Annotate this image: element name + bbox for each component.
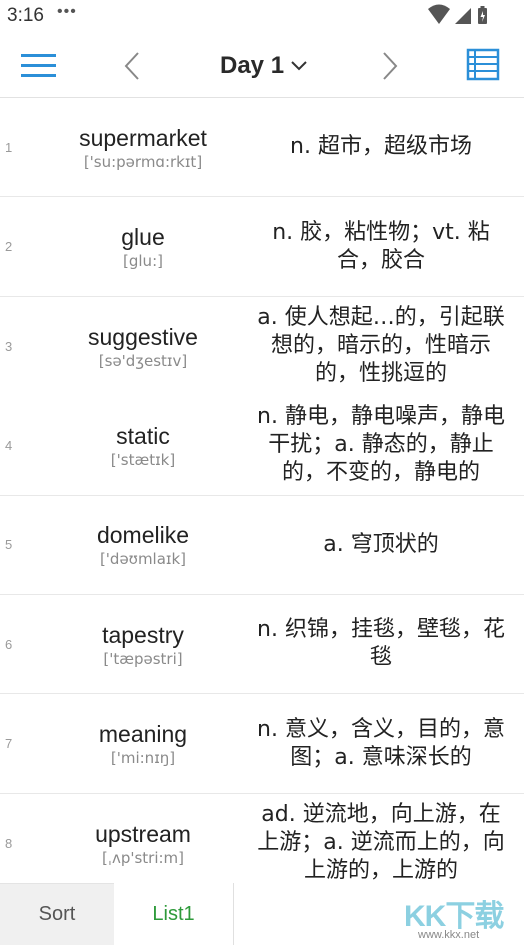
word-cell: upstream [ˌʌp'stri:m] [40,820,246,867]
word-text: domelike [96,522,190,549]
word-phonetic: ['mi:nɪŋ] [110,749,176,768]
chevron-left-icon [124,52,139,80]
word-cell: glue [glu:] [40,223,246,270]
row-index: 4 [5,437,13,453]
word-meaning: n. 静电，静电噪声，静电干扰；a. 静态的，静止的，不变的，静电的 [257,404,505,486]
signal-icon [455,8,471,24]
word-row[interactable]: 2 glue [glu:] n. 胶，粘性物；vt. 粘合，胶合 [0,197,524,297]
battery-icon [478,6,487,24]
word-cell: tapestry ['tæpəstri] [40,621,246,668]
previous-day-button[interactable] [118,48,146,84]
word-text: glue [121,224,165,251]
hamburger-menu-icon [21,54,56,77]
word-phonetic: ['tæpəstri] [103,649,183,668]
word-row[interactable]: 3 suggestive [sə'dʒestɪv] a. 使人想起…的，引起联想… [0,297,524,396]
row-index: 7 [5,736,13,752]
app-header: Day 1 [0,32,524,98]
word-phonetic: ['su:pərmɑ:rkɪt] [83,152,203,171]
word-meaning: n. 织锦，挂毯，壁毯，花毯 [257,617,505,671]
next-day-button[interactable] [376,48,404,84]
row-index: 8 [5,835,13,851]
day-selector[interactable]: Day 1 [220,50,308,82]
row-index: 2 [5,239,13,255]
word-phonetic: [sə'dʒestɪv] [98,351,188,370]
word-text: supermarket [79,124,207,151]
list-view-icon [466,48,500,81]
word-phonetic: [ˌʌp'stri:m] [101,848,185,867]
tab-sort[interactable]: Sort [0,883,114,945]
chevron-down-icon [291,61,307,71]
word-phonetic: [glu:] [123,252,163,271]
row-index: 6 [5,636,13,652]
word-text: tapestry [102,621,184,648]
row-index: 3 [5,338,13,354]
word-meaning: n. 胶，粘性物；vt. 粘合，胶合 [272,219,490,273]
word-row[interactable]: 5 domelike ['dəʊmlaɪk] a. 穹顶状的 [0,496,524,595]
word-row[interactable]: 4 static ['stætɪk] n. 静电，静电噪声，静电干扰；a. 静态… [0,396,524,496]
status-time: 3:16 [7,5,44,26]
word-row[interactable]: 7 meaning ['mi:nɪŋ] n. 意义，含义，目的，意图；a. 意味… [0,694,524,794]
word-text: upstream [95,820,191,847]
word-list[interactable]: 1 supermarket ['su:pərmɑ:rkɪt] n. 超市，超级市… [0,98,524,883]
word-cell: meaning ['mi:nɪŋ] [40,720,246,767]
menu-button[interactable] [20,50,58,80]
chevron-right-icon [383,52,398,80]
word-row[interactable]: 6 tapestry ['tæpəstri] n. 织锦，挂毯，壁毯，花毯 [0,595,524,695]
day-title: Day 1 [220,52,285,79]
word-text: suggestive [88,323,198,350]
row-index: 1 [5,139,13,155]
row-index: 5 [5,537,13,553]
word-meaning: a. 穹顶状的 [323,531,439,557]
word-row[interactable]: 8 upstream [ˌʌp'stri:m] ad. 逆流地，向上游，在上游；… [0,794,524,883]
word-phonetic: ['stætɪk] [110,450,176,469]
word-text: static [116,422,170,449]
word-phonetic: ['dəʊmlaɪk] [99,550,187,569]
word-cell: suggestive [sə'dʒestɪv] [40,323,246,370]
word-meaning: a. 使人想起…的，引起联想的，暗示的，性暗示的，性挑逗的 [257,305,505,387]
bottom-tab-bar: Sort List1 KK下载 www.kkx.net [0,883,524,945]
word-text: meaning [98,721,188,748]
tab-list1[interactable]: List1 [114,883,234,945]
word-cell: domelike ['dəʊmlaɪk] [40,521,246,568]
word-cell: static ['stætɪk] [40,422,246,469]
status-icons [428,4,490,33]
list-view-button[interactable] [466,48,502,82]
watermark-logo: KK下载 www.kkx.net [396,889,518,945]
word-meaning: ad. 逆流地，向上游，在上游；a. 逆流而上的，向上游的，上游的 [257,802,505,883]
wifi-icon [428,4,450,24]
watermark-url: www.kkx.net [418,929,480,941]
status-bar: 3:16 ••• [0,0,524,32]
word-meaning: n. 意义，含义，目的，意图；a. 意味深长的 [257,716,505,770]
word-meaning: n. 超市，超级市场 [290,134,472,160]
status-more-dots: ••• [57,3,77,20]
word-row[interactable]: 1 supermarket ['su:pərmɑ:rkɪt] n. 超市，超级市… [0,98,524,198]
word-cell: supermarket ['su:pərmɑ:rkɪt] [40,124,246,171]
